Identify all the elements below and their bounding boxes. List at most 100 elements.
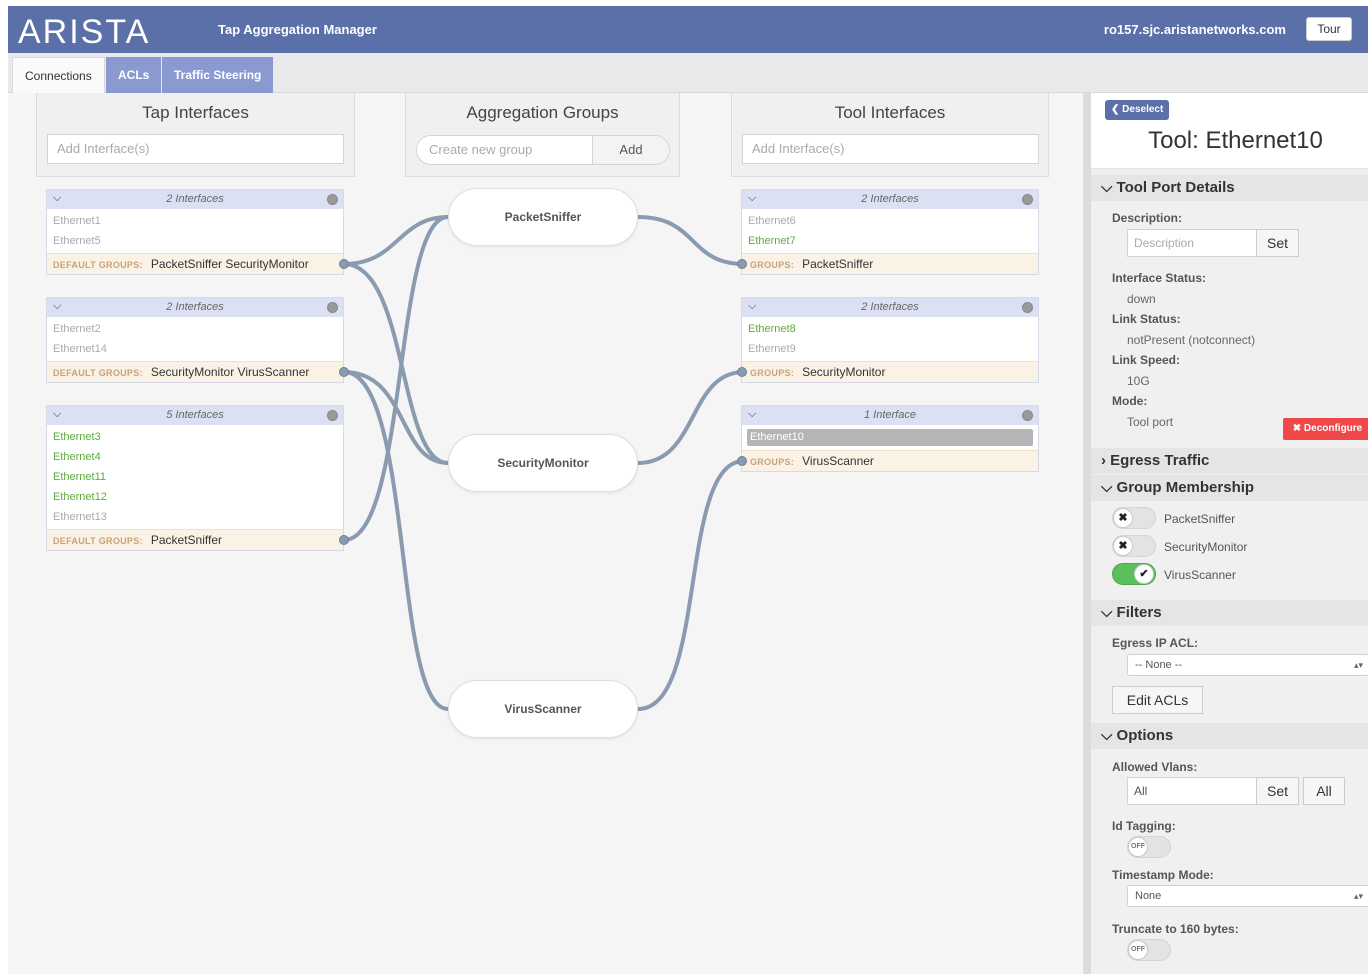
close-icon: ✖ (1292, 423, 1304, 434)
interface-item[interactable]: Ethernet8 (748, 319, 1032, 339)
link-speed-label: Link Speed: (1112, 353, 1181, 367)
tool-group-header: ⌵ 2 Interfaces (742, 190, 1038, 209)
interface-item[interactable]: Ethernet14 (53, 339, 337, 359)
section-tool-port-details[interactable]: ⌵ Tool Port Details (1091, 175, 1368, 201)
status-dot-icon (327, 302, 338, 313)
updown-arrow-icon: ▴▾ (1353, 660, 1363, 670)
mode-label: Mode: (1112, 394, 1148, 408)
chevron-left-icon: ❮ (1111, 104, 1123, 115)
section-label: Egress Traffic (1110, 452, 1210, 469)
truncate-toggle[interactable]: OFF (1127, 939, 1171, 961)
egress-acl-value: -- None -- (1135, 659, 1183, 671)
interface-item-selected[interactable]: Ethernet10 (747, 429, 1033, 446)
interface-list: Ethernet8 Ethernet9 (742, 317, 1038, 361)
tap-group-header: ⌵ 2 Interfaces (47, 298, 343, 317)
close-icon: ✖ (1113, 536, 1133, 556)
section-group-membership[interactable]: ⌵ Group Membership (1091, 475, 1368, 501)
membership-toggle-virusscanner[interactable]: ✔ (1112, 563, 1156, 585)
interface-item[interactable]: Ethernet5 (53, 231, 337, 251)
groups-label: GROUPS: (750, 260, 795, 270)
membership-toggle-packetsniffer[interactable]: ✖ (1112, 507, 1156, 529)
default-groups-row: DEFAULT GROUPS: PacketSniffer SecurityMon… (47, 253, 349, 274)
port-connector[interactable] (339, 367, 349, 377)
allowed-vlans-all-button[interactable]: All (1303, 777, 1345, 805)
section-label: Options (1116, 727, 1174, 744)
interface-item[interactable]: Ethernet6 (748, 211, 1032, 231)
tap-group-box[interactable]: ⌵ 5 Interfaces Ethernet3 Ethernet4 Ether… (46, 405, 349, 551)
description-set-button[interactable]: Set (1256, 229, 1299, 257)
link-status-value: notPresent (notconnect) (1127, 333, 1256, 347)
port-connector[interactable] (339, 535, 349, 545)
group-pill-securitymonitor[interactable]: SecurityMonitor (448, 434, 638, 492)
default-groups-row: DEFAULT GROUPS: PacketSniffer (47, 529, 349, 550)
section-label: Tool Port Details (1116, 179, 1235, 196)
tool-group-box[interactable]: ⌵ 2 Interfaces Ethernet6 Ethernet7 GROUP… (737, 189, 1039, 275)
tour-button[interactable]: Tour (1306, 17, 1352, 41)
link-tap1-packetsniffer (342, 215, 450, 266)
timestamp-mode-value: None (1135, 890, 1162, 902)
default-groups-value: SecurityMonitor VirusScanner (150, 365, 310, 379)
group-pill-packetsniffer[interactable]: PacketSniffer (448, 188, 638, 246)
chevron-right-icon: › (1101, 452, 1111, 469)
groups-label: GROUPS: (750, 457, 795, 467)
tap-group-header: ⌵ 2 Interfaces (47, 190, 343, 209)
interface-item[interactable]: Ethernet4 (53, 447, 337, 467)
interface-item[interactable]: Ethernet2 (53, 319, 337, 339)
default-groups-label: DEFAULT GROUPS: (53, 536, 143, 546)
interface-item[interactable]: Ethernet13 (53, 507, 337, 527)
port-connector[interactable] (737, 259, 747, 269)
toggle-off-label: OFF (1128, 837, 1148, 857)
chevron-down-icon: ⌵ (1101, 179, 1117, 196)
egress-acl-label: Egress IP ACL: (1112, 636, 1199, 650)
default-groups-value: PacketSniffer (150, 533, 222, 547)
tool-group-box[interactable]: ⌵ 2 Interfaces Ethernet8 Ethernet9 GROUP… (737, 297, 1039, 383)
section-egress-traffic[interactable]: › Egress Traffic (1091, 448, 1368, 474)
allowed-vlans-input[interactable]: All (1127, 777, 1257, 805)
tap-group-box[interactable]: ⌵ 2 Interfaces Ethernet1 Ethernet5 DEFAU… (46, 189, 349, 275)
default-groups-value: PacketSniffer SecurityMonitor (150, 257, 309, 271)
chevron-down-icon: ⌵ (1101, 727, 1117, 744)
group-pill-virusscanner[interactable]: VirusScanner (448, 680, 638, 738)
tool-group-box[interactable]: ⌵ 1 Interface Ethernet10 GROUPS: VirusSca… (737, 405, 1039, 472)
section-filters[interactable]: ⌵ Filters (1091, 600, 1368, 626)
groups-label: GROUPS: (750, 368, 795, 378)
allowed-vlans-label: Allowed Vlans: (1112, 760, 1198, 774)
tool-group-header: ⌵ 1 Interface (742, 406, 1038, 425)
deselect-button[interactable]: ❮ Deselect (1105, 100, 1170, 120)
interface-item[interactable]: Ethernet1 (53, 211, 337, 231)
interface-item[interactable]: Ethernet7 (748, 231, 1032, 251)
membership-toggle-securitymonitor[interactable]: ✖ (1112, 535, 1156, 557)
port-connector[interactable] (339, 259, 349, 269)
link-packetsniffer-tool1 (636, 215, 746, 266)
section-options[interactable]: ⌵ Options (1091, 723, 1368, 749)
deconfigure-button[interactable]: ✖ Deconfigure (1283, 418, 1368, 440)
interface-item[interactable]: Ethernet12 (53, 487, 337, 507)
membership-name: VirusScanner (1164, 568, 1236, 582)
link-status-label: Link Status: (1112, 312, 1181, 326)
id-tagging-toggle[interactable]: OFF (1127, 836, 1171, 858)
tool-group-header: ⌵ 2 Interfaces (742, 298, 1038, 317)
interface-item[interactable]: Ethernet11 (53, 467, 337, 487)
tap-group-box[interactable]: ⌵ 2 Interfaces Ethernet2 Ethernet14 DEFA… (46, 297, 349, 383)
port-connector[interactable] (737, 456, 747, 466)
details-title: Tool: Ethernet10 (1148, 127, 1323, 154)
allowed-vlans-set-button[interactable]: Set (1256, 777, 1299, 805)
status-dot-icon (327, 194, 338, 205)
interface-status-value: down (1127, 292, 1156, 306)
interface-count: 2 Interfaces (166, 193, 224, 205)
description-input[interactable]: Description (1127, 229, 1257, 257)
default-groups-label: DEFAULT GROUPS: (53, 260, 143, 270)
timestamp-mode-select[interactable]: None ▴▾ (1127, 885, 1368, 907)
status-dot-icon (1022, 410, 1033, 421)
default-groups-label: DEFAULT GROUPS: (53, 368, 143, 378)
timestamp-mode-label: Timestamp Mode: (1112, 868, 1214, 882)
app-window: ARISTA Tap Aggregation Manager ro157.sjc… (8, 6, 1368, 974)
interface-count: 5 Interfaces (166, 409, 224, 421)
egress-acl-select[interactable]: -- None -- ▴▾ (1127, 654, 1368, 676)
groups-value: SecurityMonitor (802, 365, 886, 379)
interface-item[interactable]: Ethernet9 (748, 339, 1032, 359)
edit-acls-button[interactable]: Edit ACLs (1112, 686, 1203, 714)
interface-count: 2 Interfaces (861, 301, 919, 313)
port-connector[interactable] (737, 367, 747, 377)
interface-item[interactable]: Ethernet3 (53, 427, 337, 447)
